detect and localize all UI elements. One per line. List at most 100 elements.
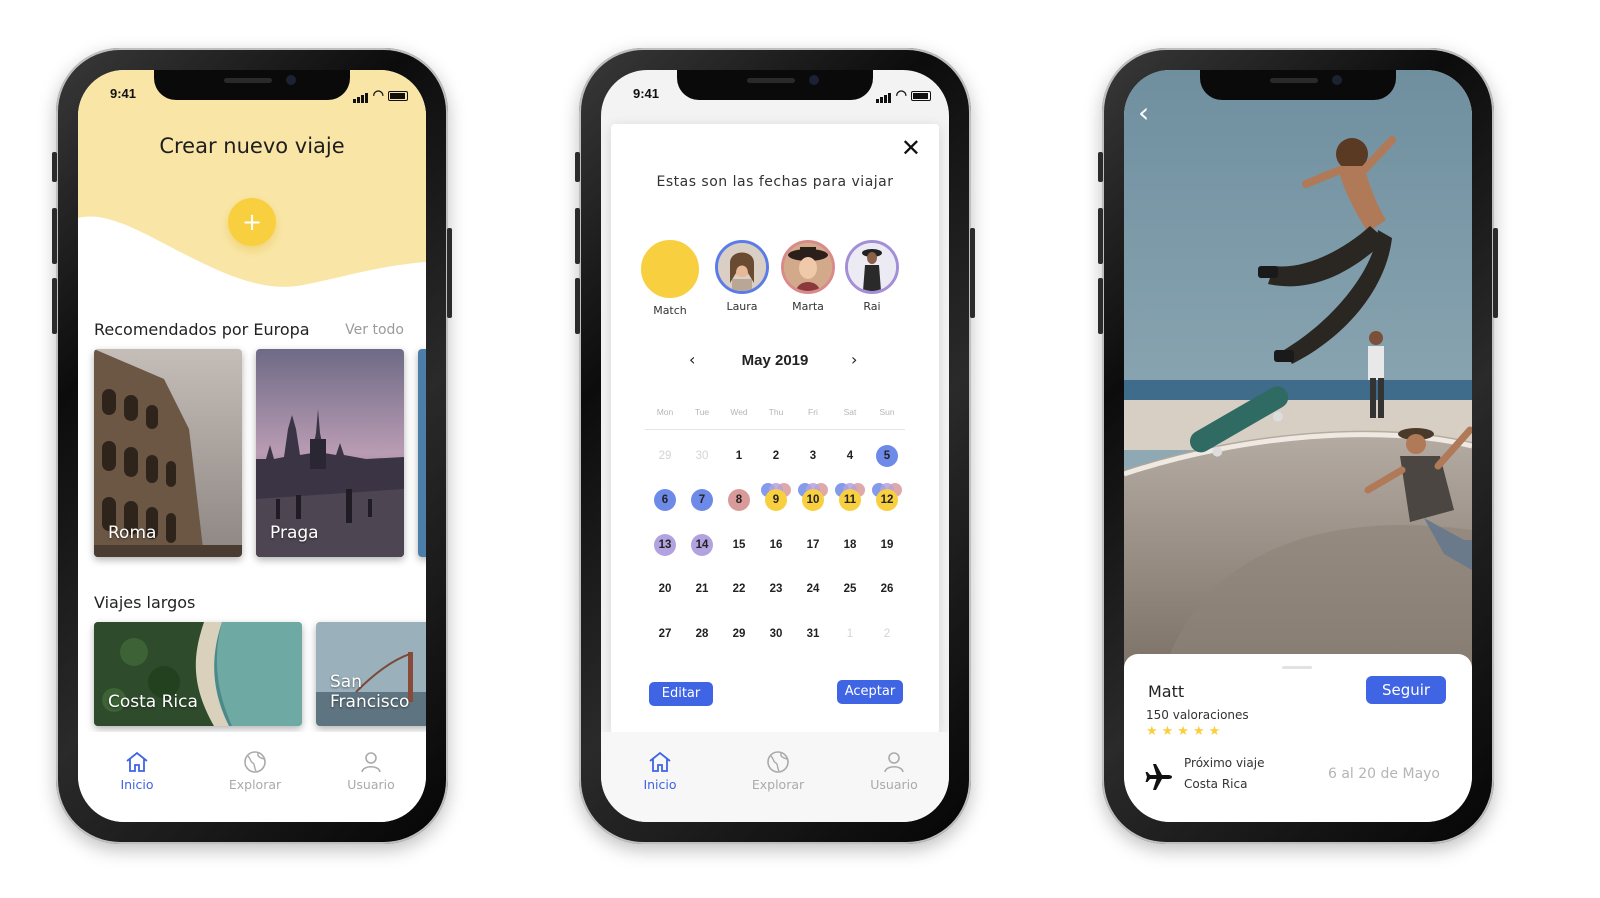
laura-photo (718, 243, 766, 291)
user-icon (361, 752, 381, 773)
calendar-day[interactable]: 29 (728, 623, 750, 645)
add-trip-button[interactable]: + (228, 198, 276, 246)
avatar-laura[interactable]: Laura (713, 240, 771, 313)
weekday-label: Wed (730, 407, 748, 417)
skatepark-photo (1124, 70, 1472, 670)
home-icon (126, 751, 148, 772)
follow-button[interactable]: Seguir (1366, 676, 1446, 704)
calendar-day[interactable]: 20 (654, 578, 676, 600)
calendar-day[interactable]: 28 (691, 623, 713, 645)
profile-panel: Matt Seguir 150 valoraciones ★★★★★ Próxi… (1124, 654, 1472, 822)
calendar-day-selected[interactable]: 9 (765, 489, 787, 511)
avatar-name: Match (653, 304, 687, 317)
calendar-day-outside-month[interactable]: 1 (839, 623, 861, 645)
tab-label: Inicio (120, 777, 154, 792)
home-screen: 9:41 ◠ Crear nuevo viaje + Recomendados … (78, 70, 426, 822)
accept-button[interactable]: Aceptar (837, 680, 903, 704)
tab-label: Explorar (228, 777, 282, 792)
calendar-day[interactable]: 15 (728, 534, 750, 556)
card-label: Praga (270, 523, 319, 543)
date-picker-modal: ✕ Estas son las fechas para viajar Match… (611, 124, 939, 734)
calendar-day-selected[interactable]: 13 (654, 534, 676, 556)
calendar-day[interactable]: 27 (654, 623, 676, 645)
destination-card-roma[interactable]: Roma (94, 349, 242, 557)
weekday-label: Thu (768, 407, 784, 417)
next-trip-place: Costa Rica (1184, 777, 1248, 791)
calendar-day-selected[interactable]: 12 (876, 489, 898, 511)
calendar-day[interactable]: 17 (802, 534, 824, 556)
section-title-europe: Recomendados por Europa (94, 320, 310, 339)
edit-button[interactable]: Editar (649, 682, 713, 706)
calendar-day[interactable]: 3 (802, 445, 824, 467)
destination-card-costa-rica[interactable]: Costa Rica (94, 622, 302, 726)
status-time: 9:41 (110, 86, 137, 101)
modal-heading: Estas son las fechas para viajar (656, 174, 894, 190)
calendar-day-outside-month[interactable]: 29 (654, 445, 676, 467)
destination-card-san-francisco[interactable]: San Francisco (316, 622, 426, 726)
tab-inicio[interactable]: Inicio (92, 750, 182, 792)
calendar-day-outside-month[interactable]: 30 (691, 445, 713, 467)
calendar-day-selected[interactable]: 7 (691, 489, 713, 511)
tab-label: Explorar (751, 777, 805, 792)
calendar-day[interactable]: 19 (876, 534, 898, 556)
avatar-rai[interactable]: Rai (843, 240, 901, 313)
weekday-label: Sun (879, 407, 895, 417)
calendar-day[interactable]: 2 (765, 445, 787, 467)
avatar-match[interactable]: Match (641, 240, 699, 317)
avatar-name: Marta (792, 300, 824, 313)
wifi-icon: ◠ (372, 87, 384, 102)
calendar-day-selected[interactable]: 11 (839, 489, 861, 511)
rai-photo (848, 243, 896, 291)
calendar-day[interactable]: 31 (802, 623, 824, 645)
calendar-divider (645, 429, 905, 430)
calendar-day-selected[interactable]: 10 (802, 489, 824, 511)
home-icon (649, 751, 671, 772)
calendar-day[interactable]: 24 (802, 578, 824, 600)
tab-explorar[interactable]: Explorar (733, 750, 823, 792)
weekday-label: Sat (843, 407, 857, 417)
calendar-day[interactable]: 16 (765, 534, 787, 556)
calendar-day[interactable]: 18 (839, 534, 861, 556)
phone-frame-profile: ‹ Matt Seguir 150 valoraciones ★★★★★ Pró… (1098, 48, 1498, 844)
tab-inicio[interactable]: Inicio (615, 750, 705, 792)
calendar-day[interactable]: 1 (728, 445, 750, 467)
next-month-button[interactable]: › (851, 350, 857, 369)
status-bar: 9:41 ◠ (78, 84, 426, 104)
plane-icon (1144, 762, 1174, 796)
calendar-day-selected[interactable]: 14 (691, 534, 713, 556)
see-all-link[interactable]: Ver todo (345, 322, 404, 338)
calendar-day[interactable]: 25 (839, 578, 861, 600)
back-button[interactable]: ‹ (1138, 96, 1149, 129)
user-icon (884, 752, 904, 773)
calendar-day[interactable]: 23 (765, 578, 787, 600)
calendar-day[interactable]: 4 (839, 445, 861, 467)
star-rating: ★★★★★ (1146, 724, 1225, 739)
battery-icon (911, 90, 931, 101)
weekday-label: Tue (694, 407, 710, 417)
calendar-day-selected[interactable]: 6 (654, 489, 676, 511)
calendar-day-outside-month[interactable]: 2 (876, 623, 898, 645)
drag-handle[interactable] (1282, 666, 1312, 669)
tab-bar: Inicio Explorar Usuario (78, 732, 426, 822)
battery-icon (388, 90, 408, 101)
marta-photo (784, 243, 832, 291)
calendar-day[interactable]: 26 (876, 578, 898, 600)
calendar-day[interactable]: 30 (765, 623, 787, 645)
weekday-label: Mon (656, 407, 674, 417)
tab-usuario[interactable]: Usuario (849, 750, 939, 792)
avatar-marta[interactable]: Marta (779, 240, 837, 313)
tab-usuario[interactable]: Usuario (326, 750, 416, 792)
calendar-day-selected[interactable]: 8 (728, 489, 750, 511)
destination-card-praga[interactable]: Praga (256, 349, 404, 557)
next-trip-dates: 6 al 20 de Mayo (1328, 766, 1440, 782)
calendar-day[interactable]: 22 (728, 578, 750, 600)
card-label: Roma (108, 523, 157, 543)
destination-card-partial[interactable] (418, 349, 426, 557)
calendar-day[interactable]: 21 (691, 578, 713, 600)
close-icon[interactable]: ✕ (901, 134, 921, 162)
section-title-long-trips: Viajes largos (94, 593, 196, 612)
tab-explorar[interactable]: Explorar (210, 750, 300, 792)
tab-label: Inicio (643, 777, 677, 792)
avatar-name: Laura (726, 300, 758, 313)
calendar-day-selected[interactable]: 5 (876, 445, 898, 467)
